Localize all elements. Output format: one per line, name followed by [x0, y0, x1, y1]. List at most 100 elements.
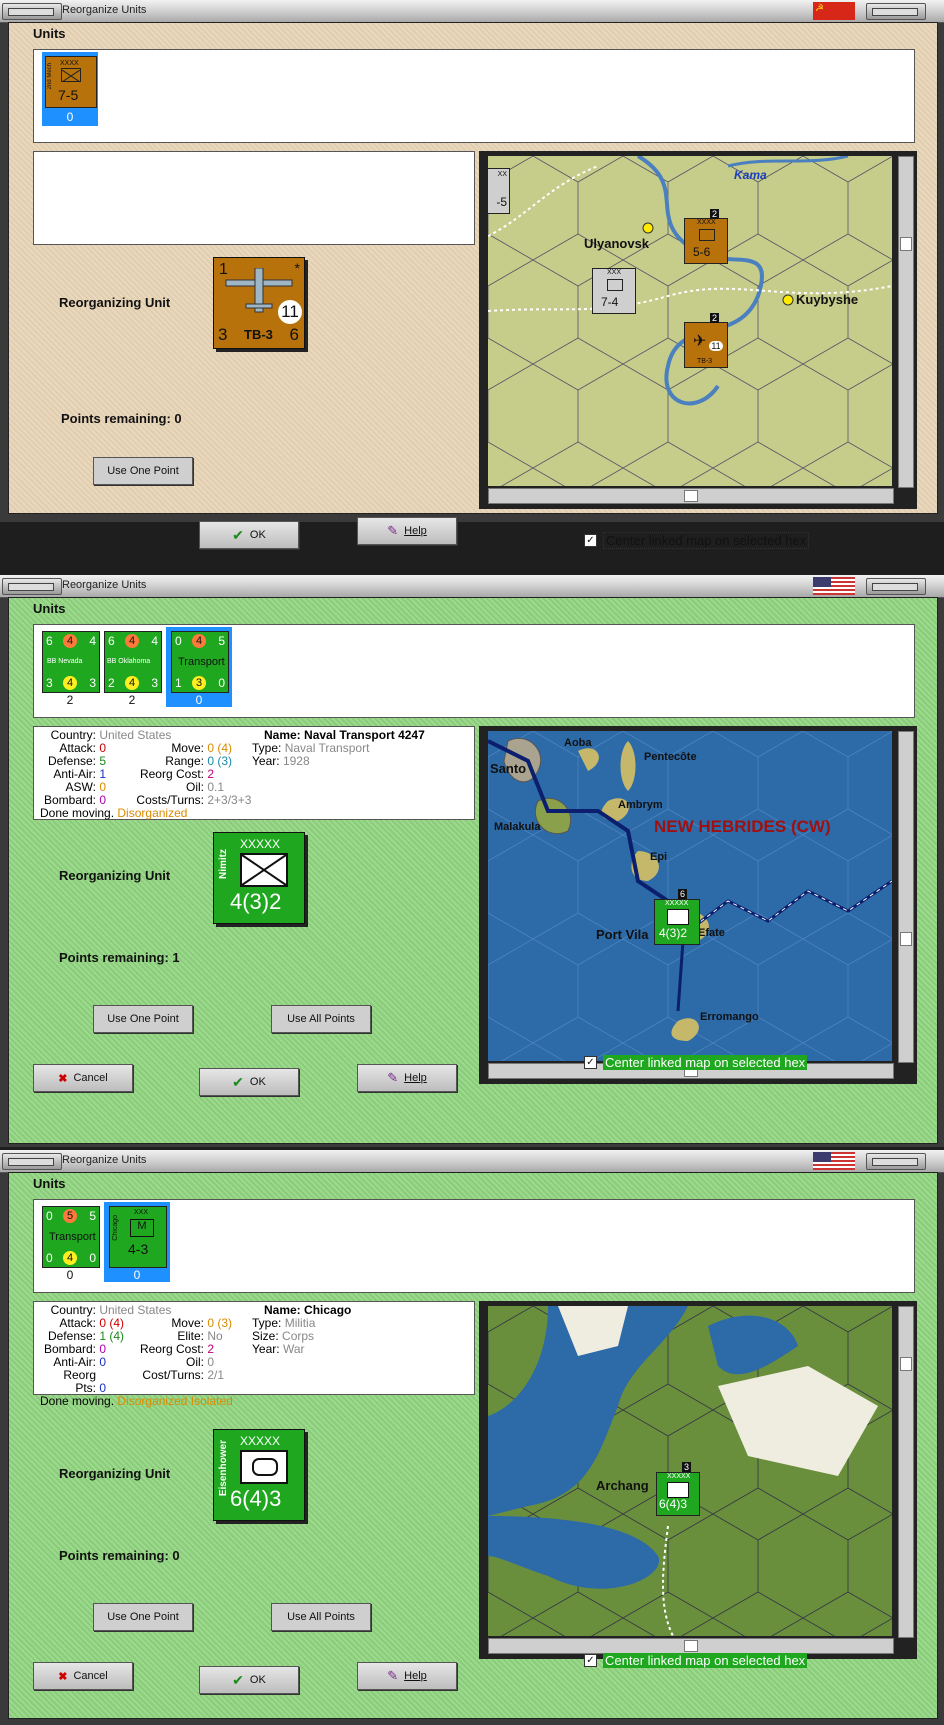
checkbox-check-icon[interactable]: ✓ [584, 1056, 597, 1069]
info-name: Naval Transport 4247 [304, 728, 425, 742]
reorganizing-unit-counter: Nimitz XXXXX 4(3)2 [213, 832, 305, 924]
units-label: Units [33, 601, 66, 616]
points-remaining: Points remaining: 1 [59, 950, 180, 965]
use-one-point-button[interactable]: Use One Point [93, 457, 193, 485]
use-one-point-button[interactable]: Use One Point [93, 1005, 193, 1033]
checkmark-icon: ✔ [232, 526, 244, 543]
window-menu-button[interactable] [2, 1153, 62, 1170]
armor-symbol-icon [240, 1450, 288, 1484]
checkbox-check-icon[interactable]: ✓ [584, 1654, 597, 1667]
help-button[interactable]: ✎ Help [357, 517, 457, 545]
reorganize-dialog-3: Reorganize Units Units 0 5 5 Transport 0… [0, 1150, 944, 1725]
map-unit-eisenhower[interactable]: XXXXX 6(4)3 3 [656, 1462, 700, 1516]
center-linked-map-label: Center linked map on selected hex [603, 532, 810, 549]
help-button[interactable]: ✎ Help [357, 1064, 457, 1092]
window-controls-button[interactable] [866, 578, 926, 595]
info-value: 0 [99, 1355, 107, 1369]
window-controls-button[interactable] [866, 3, 926, 20]
checkbox-check-icon[interactable]: ✓ [584, 534, 597, 547]
checkmark-icon: ✔ [232, 1671, 244, 1688]
unit-size: XX [497, 171, 507, 178]
center-linked-map-checkbox[interactable]: ✓ Center linked map on selected hex [584, 1653, 808, 1668]
map-horizontal-scrollbar[interactable] [488, 488, 894, 504]
map-horizontal-scrollbar[interactable] [488, 1638, 894, 1654]
window-menu-button[interactable] [2, 578, 62, 595]
counter-circle: 4 [63, 634, 77, 648]
unit-count: 0 [133, 1268, 141, 1282]
map-label-archangel: Archang [596, 1478, 649, 1493]
window-title: Reorganize Units [62, 1154, 147, 1166]
unit-counter-chicago[interactable]: Chicago XXX M 4-3 [109, 1206, 167, 1268]
map-unit-4th-mech[interactable]: XXXX 5-6 2 [684, 209, 728, 264]
unit-strength: 7-5 [58, 87, 79, 103]
map-unit-nimitz[interactable]: XXXXX 4(3)2 6 [654, 889, 700, 945]
unit-counter-bb-nevada[interactable]: 6 4 4 BB Nevada 3 4 3 [42, 631, 100, 693]
cancel-x-icon: ✖ [58, 1670, 68, 1683]
hex-ocean-map [488, 731, 892, 1061]
map-vertical-scrollbar[interactable] [898, 731, 914, 1063]
ok-button[interactable]: ✔ OK [199, 521, 299, 549]
info-status: Isolated [190, 1394, 233, 1408]
unit-counter-transport[interactable]: 0 4 5 Transport 1 3 0 [171, 631, 229, 693]
title-bar: Reorganize Units [0, 1150, 944, 1173]
unit-strength: -5 [496, 195, 507, 209]
scroll-thumb[interactable] [900, 1357, 912, 1371]
ok-button[interactable]: ✔ OK [199, 1068, 299, 1096]
counter-tr: 4 [89, 634, 96, 648]
unit-counter-2nd-mech[interactable]: 2nd Mech XXXX 7-5 [45, 56, 97, 108]
counter-tr: 5 [218, 634, 225, 648]
counter-br: 0 [218, 676, 225, 690]
scroll-thumb[interactable] [900, 237, 912, 251]
info-value: 1 [99, 767, 107, 781]
map-unit-edge[interactable]: XX -5 [488, 168, 510, 214]
info-key: Costs/Turns: [136, 793, 204, 807]
linked-map: Archang XXXXX 6(4)3 3 [479, 1301, 917, 1659]
unit-strength: 4(3)2 [659, 926, 688, 940]
info-value: (4) [109, 1316, 125, 1330]
unit-counter-bb-oklahoma[interactable]: 6 4 4 BB Oklahoma 2 4 3 [104, 631, 162, 693]
unit-strength: 6(4)3 [659, 1497, 688, 1511]
center-linked-map-checkbox[interactable]: ✓ Center linked map on selected hex [584, 532, 810, 549]
window-menu-button[interactable] [2, 3, 62, 20]
unit-size: XXXXX [665, 900, 689, 907]
info-value: War [282, 1342, 305, 1356]
map-viewport[interactable]: Archang XXXXX 6(4)3 3 [488, 1306, 892, 1636]
stack-count: 2 [709, 209, 719, 219]
unit-counter-transport[interactable]: 0 5 5 Transport 0 4 0 [42, 1206, 100, 1268]
info-value: 2/1 [207, 1368, 225, 1382]
ok-label: OK [249, 529, 266, 541]
unit-strength: 7-4 [601, 295, 619, 309]
cancel-button[interactable]: ✖ Cancel [33, 1662, 133, 1690]
map-viewport[interactable]: Kama Ulyanovsk Kuybyshe XXXX 5-6 2 XXX 7… [488, 156, 892, 486]
scroll-thumb[interactable] [900, 932, 912, 946]
scroll-thumb[interactable] [684, 490, 698, 502]
map-viewport[interactable]: Aoba Pentecôte Santo Ambrym Malakula NEW… [488, 731, 892, 1061]
map-label-ambrym: Ambrym [618, 799, 663, 811]
infantry-symbol-icon [667, 909, 689, 925]
info-value: 0 [99, 780, 107, 794]
unit-info-panel [33, 151, 475, 245]
scroll-thumb[interactable] [684, 1640, 698, 1652]
map-vertical-scrollbar[interactable] [898, 1306, 914, 1638]
counter-circle: 5 [63, 1209, 77, 1223]
map-unit-tb3[interactable]: ✈ 11 TB-3 2 [684, 313, 728, 368]
window-controls-button[interactable] [866, 1153, 926, 1170]
use-all-points-button[interactable]: Use All Points [271, 1603, 371, 1631]
commander-name: Nimitz [218, 849, 229, 879]
help-button[interactable]: ✎ Help [357, 1662, 457, 1690]
use-all-points-button[interactable]: Use All Points [271, 1005, 371, 1033]
cancel-button[interactable]: ✖ Cancel [33, 1064, 133, 1092]
map-vertical-scrollbar[interactable] [898, 156, 914, 488]
use-one-point-button[interactable]: Use One Point [93, 1603, 193, 1631]
info-value: 0 [99, 1342, 107, 1356]
center-linked-map-checkbox[interactable]: ✓ Center linked map on selected hex [584, 1055, 808, 1070]
map-label-aoba: Aoba [564, 737, 592, 749]
info-value: 0 [207, 741, 215, 755]
map-label-malakula: Malakula [494, 821, 541, 833]
counter-tl: 6 [46, 634, 53, 648]
ok-button[interactable]: ✔ OK [199, 1666, 299, 1694]
map-label-epi: Epi [650, 851, 668, 863]
info-value: 0 [99, 1381, 107, 1395]
map-unit-3rd[interactable]: XXX 7-4 [592, 268, 636, 314]
map-label-kuybyshev: Kuybyshe [796, 292, 859, 307]
